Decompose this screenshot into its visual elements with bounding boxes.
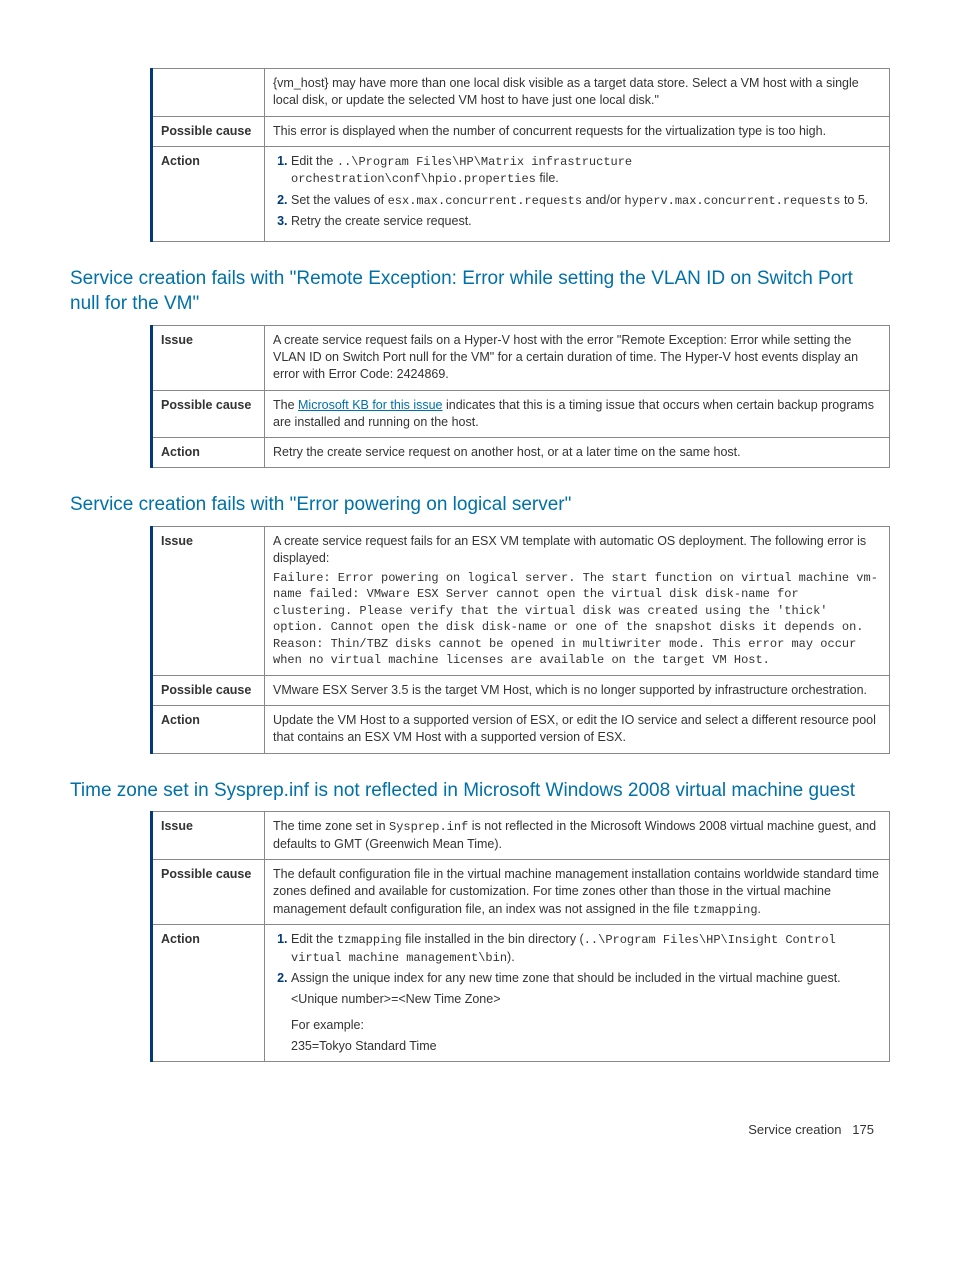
possible-cause-cell: The default configuration file in the vi… (265, 860, 890, 925)
text: and/or (582, 193, 624, 207)
action-label: Action (152, 146, 265, 241)
code: esx.max.concurrent.requests (388, 194, 582, 208)
possible-cause-label: Possible cause (152, 675, 265, 705)
microsoft-kb-link[interactable]: Microsoft KB for this issue (298, 398, 443, 412)
action-step-1: Edit the tzmapping file installed in the… (291, 931, 881, 966)
possible-cause-text: VMware ESX Server 3.5 is the target VM H… (265, 675, 890, 705)
possible-cause-label: Possible cause (152, 116, 265, 146)
issue-text: A create service request fails on a Hype… (265, 325, 890, 390)
action-text: Retry the create service request on anot… (265, 438, 890, 468)
code-path: ..\Program Files\HP\Matrix infrastructur… (291, 155, 632, 187)
issue-label: Issue (152, 812, 265, 860)
issue-cell: The time zone set in Sysprep.inf is not … (265, 812, 890, 860)
issue-table-3: Issue A create service request fails for… (150, 526, 890, 754)
footer-page: 175 (852, 1122, 874, 1137)
text: to 5. (840, 193, 868, 207)
action-sub3: 235=Tokyo Standard Time (291, 1038, 881, 1055)
action-step-3: Retry the create service request. (291, 213, 881, 230)
action-label: Action (152, 438, 265, 468)
text: . (758, 902, 761, 916)
issue-table-2: Issue A create service request fails on … (150, 325, 890, 469)
issue-label: Issue (152, 527, 265, 676)
possible-cause-label: Possible cause (152, 860, 265, 925)
action-cell: Edit the tzmapping file installed in the… (265, 925, 890, 1062)
action-sub2: For example: (291, 1017, 881, 1034)
footer-section: Service creation (748, 1122, 841, 1137)
possible-cause-text: This error is displayed when the number … (265, 116, 890, 146)
text: Edit the (291, 932, 337, 946)
action-sub1: <Unique number>=<New Time Zone> (291, 991, 881, 1008)
possible-cause-label: Possible cause (152, 390, 265, 438)
issue-label: Issue (152, 325, 265, 390)
action-text: Update the VM Host to a supported versio… (265, 706, 890, 754)
text: ). (507, 950, 515, 964)
action-step-2: Set the values of esx.max.concurrent.req… (291, 192, 881, 210)
issue-table-4: Issue The time zone set in Sysprep.inf i… (150, 811, 890, 1062)
code: tzmapping (693, 903, 758, 917)
issue-intro: A create service request fails for an ES… (273, 533, 881, 568)
text: The time zone set in (273, 819, 389, 833)
action-step-1: Edit the ..\Program Files\HP\Matrix infr… (291, 153, 881, 188)
code: Sysprep.inf (389, 820, 468, 834)
issue-error-code: Failure: Error powering on logical serve… (273, 570, 881, 669)
issue-cell: A create service request fails for an ES… (265, 527, 890, 676)
code: hyperv.max.concurrent.requests (624, 194, 840, 208)
action-label: Action (152, 706, 265, 754)
text: The default configuration file in the vi… (273, 867, 879, 916)
heading-remote-exception: Service creation fails with "Remote Exce… (70, 266, 884, 317)
text: The (273, 398, 298, 412)
possible-cause-cell: The Microsoft KB for this issue indicate… (265, 390, 890, 438)
heading-timezone: Time zone set in Sysprep.inf is not refl… (70, 778, 884, 804)
action-cell: Edit the ..\Program Files\HP\Matrix infr… (265, 146, 890, 241)
action-step-2: Assign the unique index for any new time… (291, 970, 881, 987)
issue-continuation: {vm_host} may have more than one local d… (265, 69, 890, 117)
code: tzmapping (337, 933, 402, 947)
heading-error-powering: Service creation fails with "Error power… (70, 492, 884, 518)
text: file. (536, 171, 559, 185)
text: Edit the (291, 154, 337, 168)
page-footer: Service creation 175 (70, 1122, 884, 1137)
text: file installed in the bin directory ( (402, 932, 584, 946)
action-label: Action (152, 925, 265, 1062)
empty-label (152, 69, 265, 117)
text: Set the values of (291, 193, 388, 207)
issue-table-1: {vm_host} may have more than one local d… (150, 68, 890, 242)
